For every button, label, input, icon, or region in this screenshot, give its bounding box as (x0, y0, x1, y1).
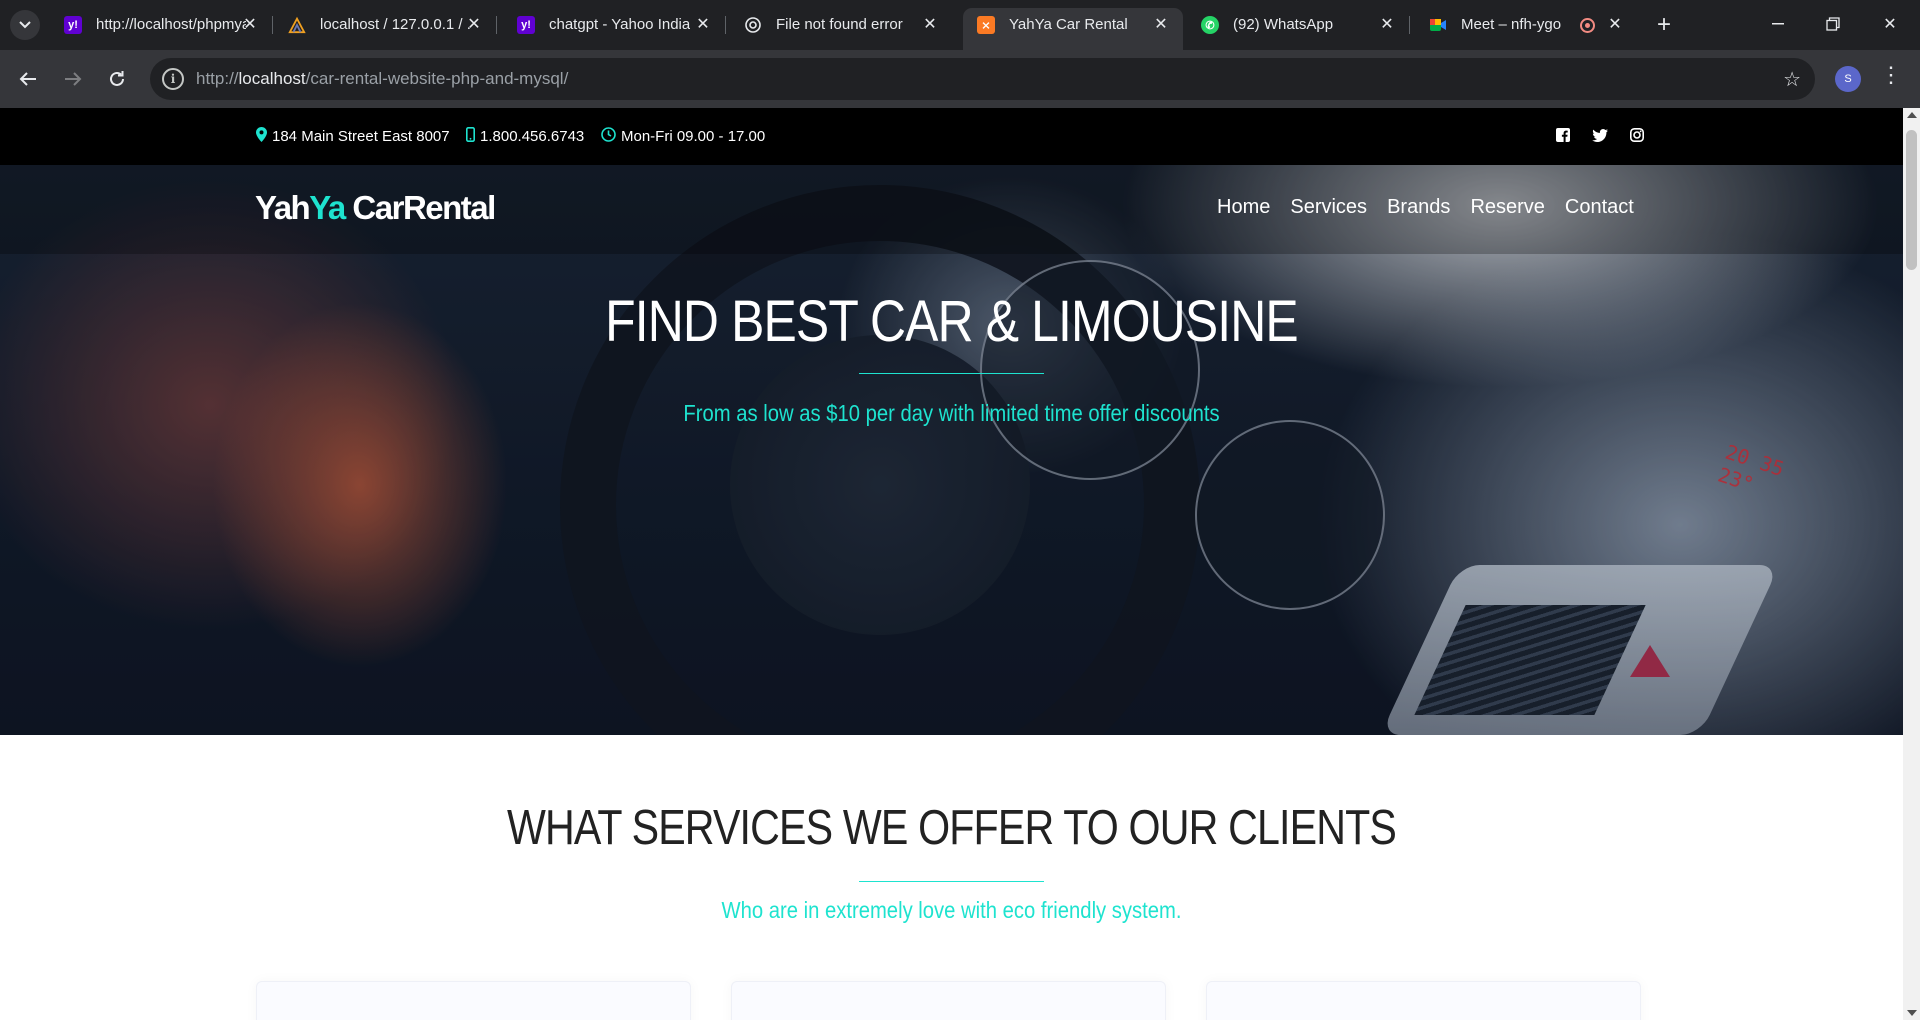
top-contact-bar: 184 Main Street East 8007 1.800.456.6743… (0, 108, 1903, 165)
close-icon[interactable]: ✕ (920, 14, 940, 34)
page-viewport: 184 Main Street East 8007 1.800.456.6743… (0, 108, 1903, 1020)
close-icon[interactable]: ✕ (1605, 14, 1625, 34)
hero-title: FIND BEST CAR & LIMOUSINE (605, 289, 1299, 354)
main-menu: Home Services Brands Reserve Contact (1217, 196, 1654, 219)
close-icon[interactable]: ✕ (693, 14, 713, 34)
url-host: localhost (238, 69, 306, 88)
tab-phpmyadmin-2[interactable]: localhost / 127.0.0.1 / ... ✕ (274, 8, 497, 42)
browser-menu-icon[interactable]: ⋮ (1880, 64, 1902, 86)
nav-link-services[interactable]: Services (1290, 196, 1367, 219)
whatsapp-icon: ✆ (1201, 16, 1219, 34)
address-item: 184 Main Street East 8007 (256, 127, 450, 145)
yahoo-icon: y! (64, 16, 82, 34)
url-scheme: http:// (196, 69, 239, 88)
tab-title: chatgpt - Yahoo India (549, 16, 691, 33)
address-text: 184 Main Street East 8007 (272, 127, 450, 145)
profile-avatar[interactable]: S (1835, 66, 1861, 92)
new-tab-plus-icon[interactable]: + (1650, 11, 1678, 39)
clock-icon (601, 127, 616, 145)
instagram-icon[interactable] (1629, 127, 1645, 143)
phpmyadmin-icon (288, 16, 306, 34)
scrollbar-thumb[interactable] (1906, 130, 1917, 270)
tab-yahoo-search[interactable]: y! chatgpt - Yahoo India ✕ (503, 8, 726, 42)
forward-arrow-icon[interactable] (57, 63, 89, 95)
site-info-icon[interactable]: i (162, 68, 184, 90)
xampp-icon: ⨯ (977, 16, 995, 34)
window-close-icon[interactable]: ✕ (1867, 8, 1913, 40)
tab-yahya-car-rental[interactable]: ⨯ YahYa Car Rental ✕ (963, 8, 1183, 50)
reload-icon[interactable] (101, 63, 133, 95)
close-icon[interactable]: ✕ (464, 14, 484, 34)
scroll-down-arrow-icon[interactable] (1907, 1010, 1917, 1016)
facebook-icon[interactable] (1555, 127, 1571, 143)
service-card (256, 981, 691, 1020)
tab-title: YahYa Car Rental (1009, 16, 1128, 33)
openai-icon (744, 16, 762, 34)
close-icon[interactable]: ✕ (1377, 14, 1397, 34)
nav-link-home[interactable]: Home (1217, 196, 1270, 219)
close-icon[interactable]: ✕ (1151, 14, 1171, 34)
minimize-icon[interactable] (1755, 8, 1801, 40)
tab-phpmyadmin-1[interactable]: y! http://localhost/phpmyadmin ✕ (50, 8, 273, 42)
map-pin-icon (256, 127, 267, 145)
tab-search-button[interactable] (10, 10, 40, 40)
mobile-phone-icon (466, 127, 476, 145)
tab-title: Meet – nfh-ygok (1461, 16, 1561, 33)
address-bar[interactable]: i http://localhost/car-rental-website-ph… (150, 58, 1815, 100)
tab-title: (92) WhatsApp (1233, 16, 1334, 33)
phone-item: 1.800.456.6743 (466, 127, 584, 145)
nav-link-contact[interactable]: Contact (1565, 196, 1634, 219)
scroll-up-arrow-icon[interactable] (1907, 112, 1917, 118)
main-navbar: YahYa CarRental Home Services Brands Res… (0, 165, 1903, 254)
close-icon[interactable]: ✕ (240, 14, 260, 34)
services-divider (859, 881, 1044, 882)
tab-separator (496, 16, 497, 34)
bookmark-star-icon[interactable]: ☆ (1783, 67, 1801, 92)
browser-tab-strip: y! http://localhost/phpmyadmin ✕ localho… (0, 0, 1920, 50)
logo-part-1: Yah (255, 189, 311, 226)
services-heading: WHAT SERVICES WE OFFER TO OUR CLIENTS (506, 801, 1397, 855)
twitter-icon[interactable] (1592, 127, 1608, 143)
hours-item: Mon-Fri 09.00 - 17.00 (601, 127, 765, 145)
browser-toolbar: i http://localhost/car-rental-website-ph… (0, 50, 1920, 108)
yahoo-icon: y! (517, 16, 535, 34)
hero-divider (859, 373, 1044, 374)
service-card (731, 981, 1166, 1020)
tab-separator (725, 16, 726, 34)
meet-icon (1429, 16, 1447, 34)
logo-part-2: Ya (309, 189, 346, 226)
nav-link-reserve[interactable]: Reserve (1470, 196, 1544, 219)
address-url[interactable]: http://localhost/car-rental-website-php-… (196, 69, 568, 89)
tab-google-meet[interactable]: Meet – nfh-ygok ✕ (1415, 8, 1637, 42)
phone-text: 1.800.456.6743 (480, 127, 585, 145)
back-arrow-icon[interactable] (12, 63, 44, 95)
page-scrollbar[interactable] (1903, 108, 1920, 1020)
tab-title: localhost / 127.0.0.1 / ... (320, 16, 470, 33)
tab-file-not-found[interactable]: File not found error ✕ (730, 8, 952, 42)
tab-separator (1409, 16, 1410, 34)
tab-whatsapp[interactable]: ✆ (92) WhatsApp ✕ (1187, 8, 1410, 42)
hours-text: Mon-Fri 09.00 - 17.00 (621, 127, 766, 145)
services-subtitle: Who are in extremely love with eco frien… (721, 897, 1182, 923)
url-path: /car-rental-website-php-and-mysql/ (305, 69, 569, 88)
recording-icon (1580, 18, 1595, 33)
chevron-down-icon (19, 21, 31, 29)
site-logo[interactable]: YahYa CarRental (255, 189, 496, 227)
logo-part-3: CarRental (344, 189, 496, 226)
restore-icon[interactable] (1810, 8, 1856, 40)
hero-subtitle: From as low as $10 per day with limited … (683, 400, 1220, 426)
service-card (1206, 981, 1641, 1020)
tab-title: http://localhost/phpmyadmin (96, 16, 246, 33)
nav-link-brands[interactable]: Brands (1387, 196, 1450, 219)
tab-title: File not found error (776, 16, 903, 33)
tab-separator (272, 16, 273, 34)
